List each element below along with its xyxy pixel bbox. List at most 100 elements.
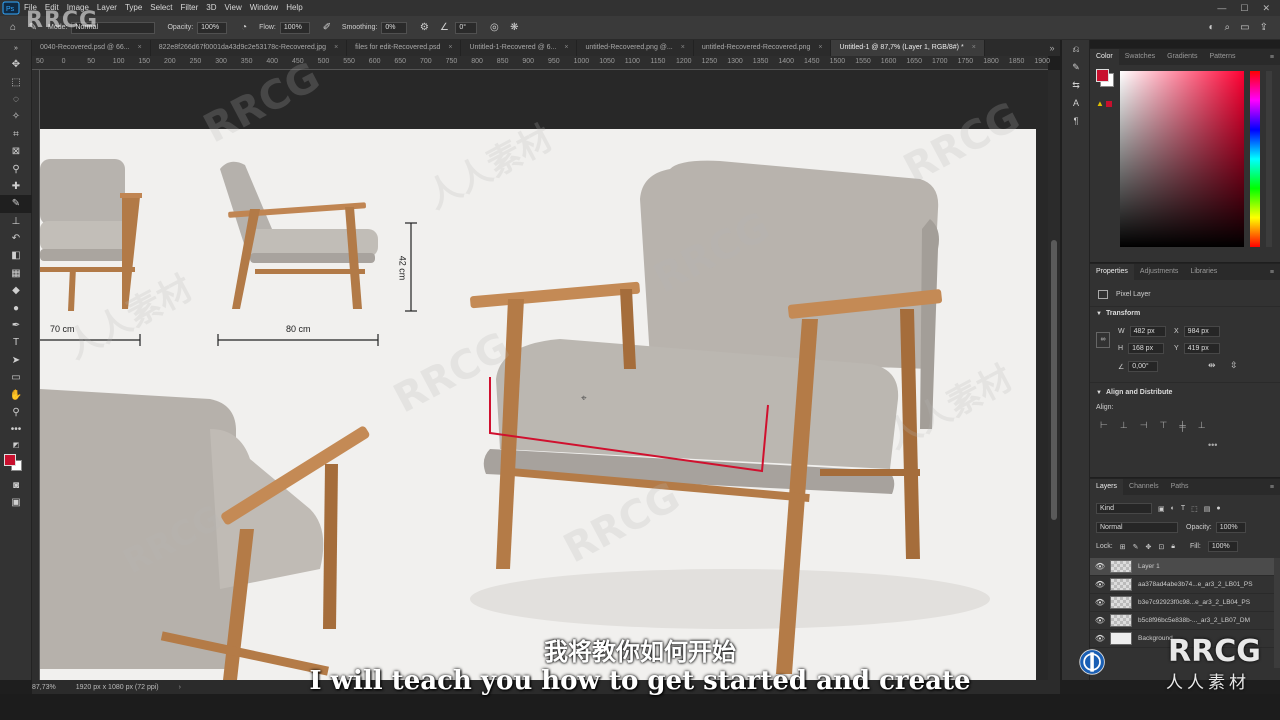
filter-toggle-icon[interactable]: ● (1216, 505, 1220, 512)
filter-type-icon[interactable]: T (1181, 505, 1185, 512)
canvas-area[interactable]: ⌖ 70 cm 80 cm 42 cm (40, 70, 1048, 680)
symmetry-icon[interactable]: ❋ (507, 21, 521, 35)
filter-adjust-icon[interactable]: ◐ (1171, 505, 1175, 512)
smoothing-field[interactable]: 0% (381, 21, 408, 34)
search-icon[interactable]: ⌕ (1225, 22, 1231, 33)
document-canvas[interactable]: ⌖ 70 cm 80 cm 42 cm (40, 129, 1036, 680)
minimize-icon[interactable]: — (1217, 3, 1226, 14)
gradient-tool-icon[interactable]: ▦ (0, 265, 32, 282)
flip-horizontal-icon[interactable]: ⇹ (1208, 360, 1216, 371)
share-icon[interactable]: ◐ (1209, 22, 1215, 33)
eye-icon[interactable]: 👁︎ (1090, 580, 1110, 589)
gear-icon[interactable]: ⚙ (417, 21, 431, 35)
more-options-icon[interactable]: ••• (1208, 440, 1217, 450)
hand-tool-icon[interactable]: ✋ (0, 386, 32, 403)
tab-color[interactable]: Color (1090, 49, 1119, 65)
foreground-color-swatch[interactable] (4, 453, 16, 466)
path-select-tool-icon[interactable]: ➤ (0, 352, 32, 369)
lock-transparent-icon[interactable]: ⊞ (1120, 543, 1126, 551)
panel-menu-icon[interactable]: ≡ (1270, 484, 1280, 491)
pen-tool-icon[interactable]: ✒ (0, 317, 32, 334)
lasso-tool-icon[interactable]: ◌ (0, 91, 32, 108)
tab-adjustments[interactable]: Adjustments (1134, 264, 1185, 280)
layer-row[interactable]: 👁︎ Layer 1 (1090, 558, 1274, 576)
tab-patterns[interactable]: Patterns (1203, 49, 1241, 65)
airbrush-icon[interactable]: ✐ (320, 21, 334, 35)
frame-tool-icon[interactable]: ⊠ (0, 143, 32, 160)
tab-close-icon[interactable]: × (448, 40, 452, 56)
link-icon[interactable]: ∞ (1096, 332, 1110, 348)
menu-view[interactable]: View (221, 0, 246, 16)
default-colors-icon[interactable]: ◩ (0, 439, 32, 451)
color-panel-scroll[interactable] (1266, 71, 1272, 247)
tab-document-active[interactable]: Untitled-1 @ 87,7% (Layer 1, RGB/8#) * × (831, 40, 985, 56)
close-icon[interactable]: ✕ (1262, 3, 1270, 14)
tab-close-icon[interactable]: × (972, 40, 976, 56)
x-field[interactable]: 984 px (1183, 326, 1220, 337)
lock-all-icon[interactable]: 🔒︎ (1171, 543, 1175, 551)
tab-paths[interactable]: Paths (1165, 479, 1195, 495)
menu-select[interactable]: Select (146, 0, 176, 16)
height-field[interactable]: 168 px (1128, 343, 1165, 354)
y-field[interactable]: 419 px (1183, 343, 1220, 354)
layer-opacity-field[interactable]: 100% (1215, 522, 1246, 533)
tab-close-icon[interactable]: × (681, 40, 685, 56)
history-brush-icon[interactable]: ↶ (0, 230, 32, 247)
angle-field[interactable]: 0° (455, 21, 478, 34)
lock-artboard-icon[interactable]: ⊡ (1158, 543, 1164, 551)
width-field[interactable]: 482 px (1129, 326, 1166, 337)
vertical-scrollbar[interactable] (1048, 70, 1060, 680)
align-hcenter-icon[interactable]: ⊥ (1120, 420, 1128, 431)
blend-mode-select[interactable]: Normal (1096, 522, 1178, 533)
filter-pixel-icon[interactable]: ▣ (1158, 505, 1165, 513)
photoshop-logo-icon[interactable]: Ps (2, 1, 20, 15)
dodge-tool-icon[interactable]: ● (0, 299, 32, 316)
filter-kind-select[interactable]: Kind (1096, 503, 1152, 514)
move-tool-icon[interactable]: ✥ (0, 56, 32, 73)
tab-channels[interactable]: Channels (1123, 479, 1165, 495)
brush-settings-icon[interactable]: ✎ (1062, 58, 1090, 76)
tab-libraries[interactable]: Libraries (1184, 264, 1223, 280)
tool-collapse-icon[interactable]: » (0, 40, 32, 56)
menu-type[interactable]: Type (121, 0, 146, 16)
lock-position-icon[interactable]: ✥ (1145, 543, 1151, 551)
stamp-tool-icon[interactable]: ⊥ (0, 213, 32, 230)
align-vcenter-icon[interactable]: ╪ (1179, 421, 1185, 431)
align-right-icon[interactable]: ⊣ (1140, 420, 1148, 431)
web-safe-swatch[interactable] (1106, 101, 1112, 107)
tab-swatches[interactable]: Swatches (1119, 49, 1161, 65)
character-icon[interactable]: A (1062, 94, 1090, 112)
paragraph-icon[interactable]: ¶ (1062, 112, 1090, 130)
align-top-icon[interactable]: ⊤ (1160, 420, 1168, 431)
tab-document-1[interactable]: 0040-Recovered.psd @ 66... × (32, 40, 151, 56)
tab-properties[interactable]: Properties (1090, 264, 1134, 280)
tab-document-5[interactable]: untitled-Recovered.png @... × (577, 40, 694, 56)
history-icon[interactable]: ⎌ (1062, 40, 1090, 58)
scrollbar-thumb[interactable] (1051, 240, 1057, 520)
quick-mask-icon[interactable]: ◙ (0, 477, 32, 494)
tab-close-icon[interactable]: × (334, 40, 338, 56)
filter-shape-icon[interactable]: ⬚ (1191, 505, 1198, 513)
workspace-icon[interactable]: ▭ (1240, 22, 1249, 33)
marquee-tool-icon[interactable]: ⬚ (0, 73, 32, 90)
eyedropper-tool-icon[interactable]: ⚲ (0, 160, 32, 177)
flow-field[interactable]: 100% (279, 21, 310, 34)
tab-close-icon[interactable]: × (138, 40, 142, 56)
share-document-icon[interactable]: ⇪ (1260, 22, 1268, 33)
adjust-icon[interactable]: ⇆ (1062, 76, 1090, 94)
lock-paint-icon[interactable]: ✎ (1133, 543, 1139, 551)
align-bottom-icon[interactable]: ⊥ (1198, 420, 1206, 431)
healing-tool-icon[interactable]: ✚ (0, 178, 32, 195)
tab-document-6[interactable]: untitled-Recovered-Recovered.png × (694, 40, 832, 56)
filter-smart-icon[interactable]: ▤ (1204, 505, 1211, 513)
eye-icon[interactable]: 👁︎ (1090, 598, 1110, 607)
transform-section[interactable]: ▼ Transform (1096, 310, 1140, 317)
pressure-size-icon[interactable]: ◎ (487, 21, 501, 35)
tab-close-icon[interactable]: × (818, 40, 822, 56)
blur-tool-icon[interactable]: ◆ (0, 282, 32, 299)
home-icon[interactable]: ⌂ (6, 21, 20, 35)
crop-tool-icon[interactable]: ⌗ (0, 126, 32, 143)
layer-row[interactable]: 👁︎ b3e7c92923f0c98...e_ar3_2_LB04_PS (1090, 594, 1274, 612)
eye-icon[interactable]: 👁︎ (1090, 562, 1110, 571)
angle-field[interactable]: 0,00° (1128, 361, 1159, 372)
